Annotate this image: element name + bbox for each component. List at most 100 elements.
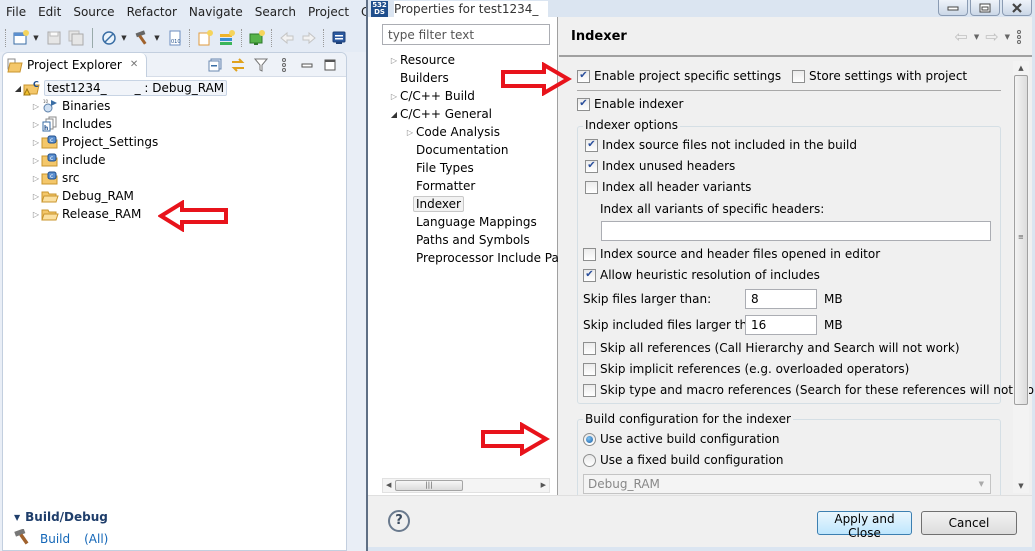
nav-item-preprocessor-include-pat[interactable]: Preprocessor Include Pat: [368, 249, 558, 267]
scroll-right-icon[interactable]: ▶: [541, 481, 546, 489]
tab-project-explorer[interactable]: Project Explorer ✕: [3, 52, 148, 77]
nav-item-formatter[interactable]: Formatter: [368, 177, 558, 195]
skip-type-macro-refs-checkbox[interactable]: Skip type and macro references (Search f…: [583, 383, 1035, 397]
collapsed-twisty-icon[interactable]: ▷: [31, 102, 41, 111]
skip-all-refs-checkbox[interactable]: Skip all references (Call Hierarchy and …: [583, 341, 960, 355]
checkbox-box[interactable]: [577, 69, 590, 83]
radio-button[interactable]: [583, 432, 596, 446]
minimize-button[interactable]: [938, 0, 968, 16]
enable-project-specific-checkbox[interactable]: Enable project specific settings: [577, 69, 781, 83]
collapsed-twisty-icon[interactable]: ▷: [388, 56, 400, 65]
menu-navigate[interactable]: Navigate: [189, 5, 243, 19]
skip-implicit-refs-checkbox[interactable]: Skip implicit references (e.g. overloade…: [583, 362, 909, 376]
collapsed-twisty-icon[interactable]: ▷: [31, 138, 41, 147]
project-name[interactable]: test1234_ _ : Debug_RAM: [44, 80, 228, 96]
maximize-icon[interactable]: [322, 57, 338, 73]
checkbox-box[interactable]: [583, 268, 596, 282]
enable-indexer-checkbox[interactable]: Enable indexer: [577, 97, 683, 111]
collapsed-twisty-icon[interactable]: ▷: [31, 174, 41, 183]
checkbox-box[interactable]: [583, 341, 596, 355]
tree-row-project-settings[interactable]: ▷ c Project_Settings: [3, 133, 346, 151]
apply-and-close-button[interactable]: Apply and Close: [817, 511, 912, 540]
tree-row-includes[interactable]: ▷ h Includes: [3, 115, 346, 133]
checkbox-box[interactable]: [583, 247, 596, 261]
menu-refactor[interactable]: Refactor: [127, 5, 177, 19]
use-fixed-config-radio[interactable]: Use a fixed build configuration: [583, 453, 783, 467]
use-active-config-radio[interactable]: Use active build configuration: [583, 432, 779, 446]
expanded-twisty-icon[interactable]: ◢: [13, 84, 23, 93]
nav-item-indexer[interactable]: Indexer: [368, 195, 558, 213]
collapsed-twisty-icon[interactable]: ▷: [31, 192, 41, 201]
view-menu-icon[interactable]: [276, 57, 292, 73]
filter-input[interactable]: [382, 24, 550, 45]
back-icon[interactable]: [277, 28, 297, 48]
collapsed-twisty-icon[interactable]: ▷: [31, 210, 41, 219]
console-icon[interactable]: [329, 28, 349, 48]
checkbox-box[interactable]: [577, 97, 590, 111]
cancel-button[interactable]: Cancel: [921, 511, 1017, 535]
nav-item-paths-and-symbols[interactable]: Paths and Symbols: [368, 231, 558, 249]
forward-icon[interactable]: [299, 28, 319, 48]
new-layers-icon[interactable]: [217, 28, 237, 48]
page-vertical-scrollbar[interactable]: ▲ ≡ ▼: [1013, 61, 1029, 493]
tree-row-include[interactable]: ▷ c include: [3, 151, 346, 169]
debug-config-icon[interactable]: [99, 28, 119, 48]
scroll-up-icon[interactable]: ▲: [1013, 61, 1029, 75]
heuristic-includes-checkbox[interactable]: Allow heuristic resolution of includes: [583, 268, 820, 282]
scroll-thumb[interactable]: ≡: [1014, 75, 1028, 405]
menu-project[interactable]: Project: [308, 5, 349, 19]
nav-item-documentation[interactable]: Documentation: [368, 141, 558, 159]
nav-item-language-mappings[interactable]: Language Mappings: [368, 213, 558, 231]
build-dropdown[interactable]: ▼: [153, 28, 161, 48]
binary-file-icon[interactable]: 010: [165, 28, 185, 48]
new-wizard-dropdown[interactable]: ▼: [32, 28, 40, 48]
nav-horizontal-scrollbar[interactable]: ◀ ||| ▶: [382, 478, 550, 493]
filter-icon[interactable]: [253, 57, 269, 73]
radio-button[interactable]: [583, 453, 596, 467]
back-icon[interactable]: ⇦: [954, 27, 967, 46]
save-icon[interactable]: [44, 28, 64, 48]
scroll-thumb[interactable]: |||: [395, 480, 463, 491]
scroll-down-icon[interactable]: ▼: [1013, 479, 1029, 493]
debug-dropdown[interactable]: ▼: [120, 28, 128, 48]
collapsed-twisty-icon[interactable]: ▷: [31, 156, 41, 165]
index-opened-in-editor-checkbox[interactable]: Index source and header files opened in …: [583, 247, 880, 261]
nav-item-c-c-general[interactable]: ◢ C/C++ General: [368, 105, 558, 123]
menu-search[interactable]: Search: [255, 5, 296, 19]
help-button[interactable]: ?: [388, 510, 410, 532]
menu-file[interactable]: File: [6, 5, 26, 19]
menu-source[interactable]: Source: [73, 5, 114, 19]
minimize-icon[interactable]: [299, 57, 315, 73]
checkbox-box[interactable]: [583, 383, 596, 397]
link-with-editor-icon[interactable]: [230, 57, 246, 73]
skip-larger-input[interactable]: [745, 289, 817, 309]
collapsed-twisty-icon[interactable]: ▷: [388, 92, 400, 101]
build-hammer-icon[interactable]: [132, 28, 152, 48]
fixed-config-select[interactable]: Debug_RAM ▼: [583, 474, 991, 494]
checkbox-box[interactable]: [585, 180, 598, 194]
back-dropdown-icon[interactable]: ▼: [974, 33, 979, 41]
menu-edit[interactable]: Edit: [38, 5, 61, 19]
nav-item-code-analysis[interactable]: ▷ Code Analysis: [368, 123, 558, 141]
checkbox-box[interactable]: [585, 159, 598, 173]
index-unused-headers-checkbox[interactable]: Index unused headers: [585, 159, 735, 173]
skip-included-input[interactable]: [745, 315, 817, 335]
save-all-icon[interactable]: [66, 28, 86, 48]
new-wizard-icon[interactable]: [11, 28, 31, 48]
collapsed-twisty-icon[interactable]: ▷: [404, 128, 416, 137]
checkbox-box[interactable]: [792, 69, 805, 83]
new-file-icon[interactable]: [195, 28, 215, 48]
collapsed-twisty-icon[interactable]: ▷: [31, 120, 41, 129]
close-icon[interactable]: ✕: [130, 59, 138, 70]
specific-headers-input[interactable]: [601, 221, 991, 241]
checkbox-box[interactable]: [583, 362, 596, 376]
new-monitor-icon[interactable]: [247, 28, 267, 48]
index-not-in-build-checkbox[interactable]: Index source files not included in the b…: [585, 138, 857, 152]
scroll-left-icon[interactable]: ◀: [386, 481, 391, 489]
tree-row-project-root[interactable]: ◢ C test1234_ _ : Debug_RAM: [3, 79, 346, 97]
page-menu-icon[interactable]: [1016, 29, 1022, 44]
forward-icon[interactable]: ⇨: [985, 27, 998, 46]
tree-row-src[interactable]: ▷ c src: [3, 169, 346, 187]
close-button[interactable]: [1002, 0, 1032, 16]
store-with-project-checkbox[interactable]: Store settings with project: [792, 69, 967, 83]
